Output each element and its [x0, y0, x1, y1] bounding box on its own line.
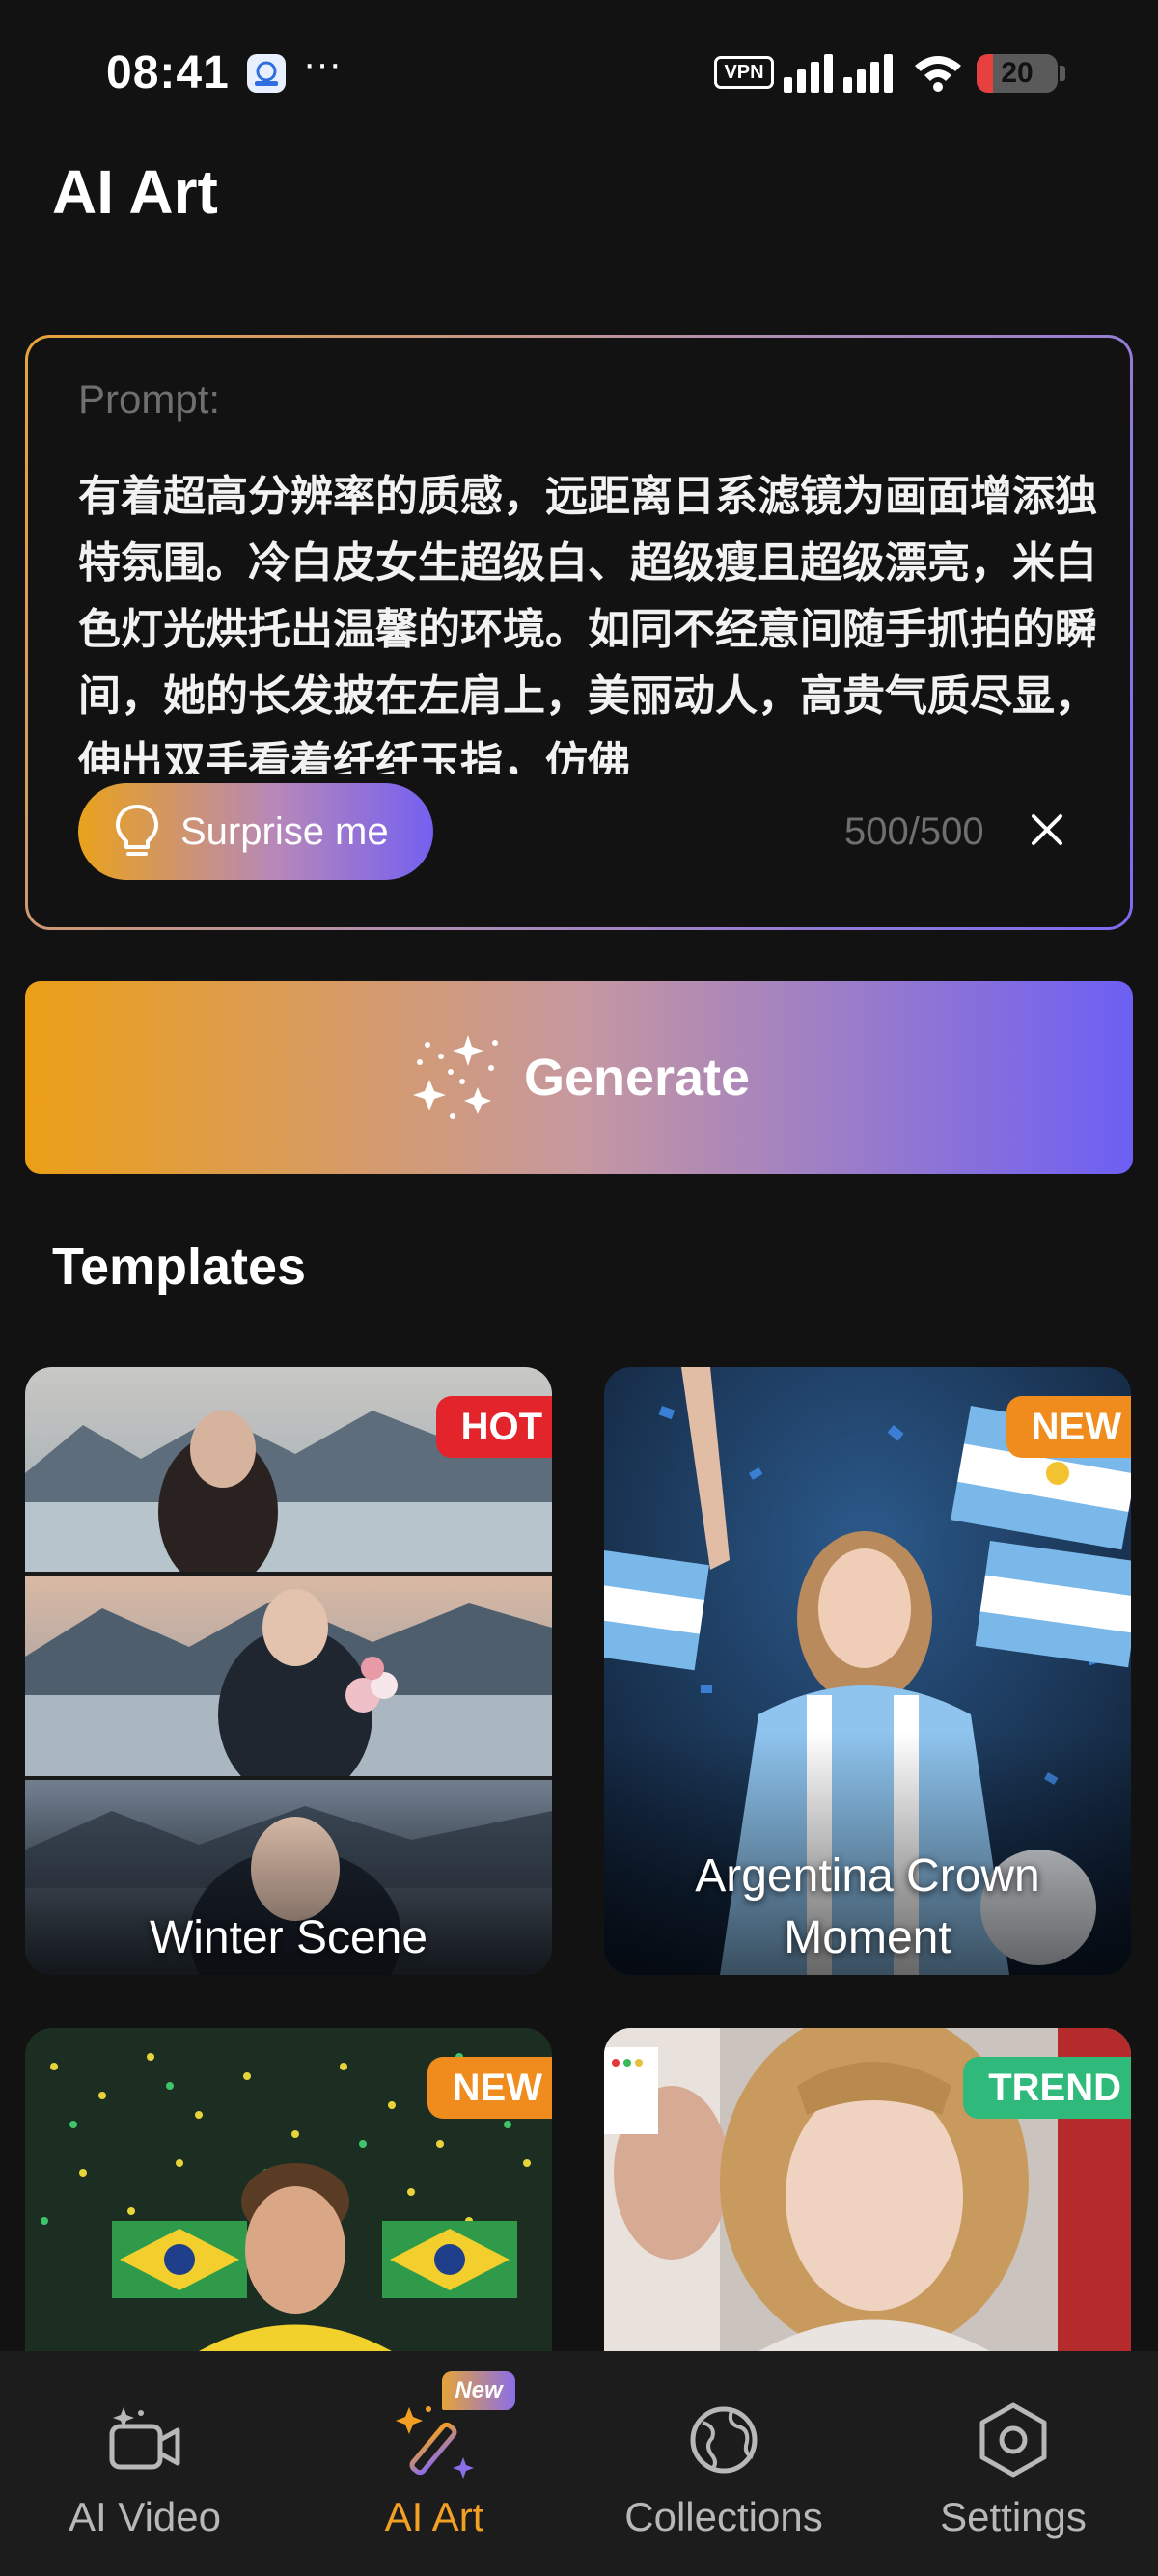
prompt-input[interactable]: 有着超高分辨率的质感，远距离日系滤镜为画面增添独特氛围。冷白皮女生超级白、超级瘦…: [78, 463, 1101, 774]
prompt-box: Prompt: 有着超高分辨率的质感，远距离日系滤镜为画面增添独特氛围。冷白皮女…: [25, 335, 1133, 930]
prompt-inner: Prompt: 有着超高分辨率的质感，远距离日系滤镜为画面增添独特氛围。冷白皮女…: [28, 338, 1130, 927]
character-count: 500/500: [844, 810, 984, 853]
status-time: 08:41: [106, 47, 230, 98]
template-title: Winter Scene: [149, 1912, 428, 1963]
nav-item-ai-video[interactable]: AI Video: [0, 2351, 290, 2576]
generate-label: Generate: [523, 1049, 751, 1107]
prompt-label: Prompt:: [78, 376, 221, 422]
magic-wand-icon: [396, 2406, 474, 2479]
nav-label: Settings: [940, 2494, 1087, 2539]
signal-icon: [784, 54, 893, 93]
globe-icon: [690, 2406, 758, 2474]
battery-nub: [1060, 66, 1065, 81]
nav-label: AI Video: [68, 2494, 221, 2539]
winter-scene-image: [25, 1367, 552, 1975]
sparkle-icon: [412, 1035, 498, 1119]
nav-label: AI Art: [384, 2494, 484, 2539]
template-badge: NEW: [427, 2057, 552, 2119]
battery-percent: 20: [1001, 57, 1034, 89]
template-card-argentina-crown-moment[interactable]: NEW Argentina Crown Moment: [604, 1367, 1131, 1975]
surprise-me-label: Surprise me: [180, 809, 389, 853]
template-title: Argentina Crown Moment: [695, 1850, 1040, 1963]
status-bar: 08:41 ··· VPN 20: [0, 0, 1158, 145]
template-badge: HOT: [435, 1396, 552, 1458]
app-notification-icon: [247, 54, 286, 93]
page-title: AI Art: [52, 157, 218, 227]
nav-item-settings[interactable]: Settings: [868, 2351, 1158, 2576]
nav-item-ai-art[interactable]: AI Art: [290, 2351, 579, 2576]
ai-art-screen: 08:41 ··· VPN 20 AI Art Prompt: 有着超高分辨率的…: [0, 0, 1158, 2576]
new-feature-badge: New: [442, 2371, 515, 2410]
template-badge: NEW: [1006, 1396, 1131, 1458]
template-card-brazil[interactable]: NEW: [25, 2028, 552, 2351]
lightbulb-icon: [116, 805, 158, 856]
vpn-icon: VPN: [714, 56, 774, 89]
template-badge: TREND: [963, 2057, 1131, 2134]
battery-icon: 20: [977, 54, 1058, 93]
template-card-winter-scene[interactable]: HOT Winter Scene: [25, 1367, 552, 1975]
templates-title: Templates: [52, 1238, 307, 1296]
nav-item-collections[interactable]: Collections: [579, 2351, 868, 2576]
clear-prompt-icon[interactable]: [1028, 810, 1066, 849]
video-camera-icon: [109, 2407, 180, 2470]
nav-label: Collections: [624, 2494, 823, 2539]
bottom-navigation: AI Video AI Art Collections Settings: [0, 2351, 1158, 2576]
generate-button[interactable]: Generate: [25, 981, 1133, 1174]
wifi-icon: [915, 56, 961, 92]
hexagon-settings-icon: [979, 2402, 1047, 2478]
template-card-trend[interactable]: TREND: [604, 2028, 1131, 2351]
surprise-me-button[interactable]: Surprise me: [78, 783, 433, 880]
more-notifications-icon: ···: [303, 42, 342, 85]
